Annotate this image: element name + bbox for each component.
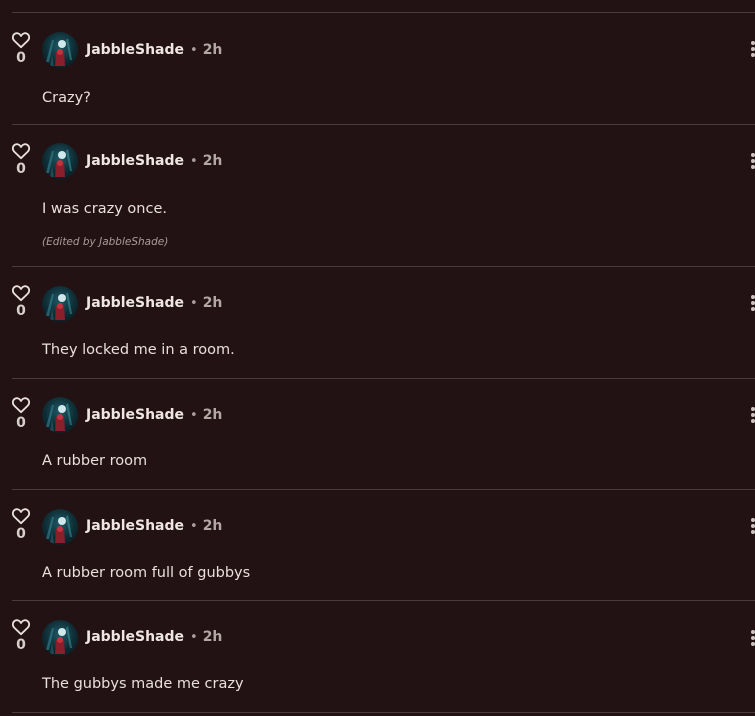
post-body: A rubber room xyxy=(42,453,148,469)
kebab-menu-icon[interactable] xyxy=(749,152,755,172)
divider xyxy=(12,266,755,267)
username[interactable]: JabbleShade xyxy=(86,42,184,58)
divider xyxy=(12,489,755,490)
avatar-image xyxy=(46,403,72,431)
avatar[interactable] xyxy=(42,286,78,322)
post-body: I was crazy once. xyxy=(42,201,167,217)
avatar-image xyxy=(46,626,72,654)
kebab-menu-icon[interactable] xyxy=(749,517,755,537)
like-control[interactable]: 0 xyxy=(11,142,31,177)
avatar[interactable] xyxy=(42,509,78,545)
post-header: JabbleShade • 2h xyxy=(86,151,222,171)
avatar-image xyxy=(46,38,72,66)
like-count: 0 xyxy=(16,303,26,319)
kebab-menu-icon[interactable] xyxy=(749,40,755,60)
divider xyxy=(12,12,755,13)
heart-icon[interactable] xyxy=(11,507,31,525)
post-header: JabbleShade • 2h xyxy=(86,627,222,647)
timestamp: 2h xyxy=(202,42,223,58)
separator-dot: • xyxy=(190,295,198,311)
like-control[interactable]: 0 xyxy=(11,507,31,542)
avatar[interactable] xyxy=(42,143,78,179)
divider xyxy=(12,124,755,125)
separator-dot: • xyxy=(190,153,198,169)
timestamp: 2h xyxy=(202,518,223,534)
avatar-image xyxy=(46,515,72,543)
username[interactable]: JabbleShade xyxy=(86,629,184,645)
username[interactable]: JabbleShade xyxy=(86,518,184,534)
heart-icon[interactable] xyxy=(11,618,31,636)
timestamp: 2h xyxy=(202,153,223,169)
username[interactable]: JabbleShade xyxy=(86,295,184,311)
username[interactable]: JabbleShade xyxy=(86,407,184,423)
edited-note: (Edited by JabbleShade) xyxy=(42,236,169,248)
divider xyxy=(12,378,755,379)
timestamp: 2h xyxy=(202,295,223,311)
separator-dot: • xyxy=(190,407,198,423)
like-count: 0 xyxy=(16,161,26,177)
post-body: The gubbys made me crazy xyxy=(42,676,244,692)
post-body: Crazy? xyxy=(42,90,91,106)
heart-icon[interactable] xyxy=(11,31,31,49)
username[interactable]: JabbleShade xyxy=(86,153,184,169)
avatar-image xyxy=(46,149,72,177)
heart-icon[interactable] xyxy=(11,142,31,160)
kebab-menu-icon[interactable] xyxy=(749,294,755,314)
like-control[interactable]: 0 xyxy=(11,31,31,66)
kebab-menu-icon[interactable] xyxy=(749,406,755,426)
like-count: 0 xyxy=(16,50,26,66)
like-count: 0 xyxy=(16,637,26,653)
avatar[interactable] xyxy=(42,32,78,68)
separator-dot: • xyxy=(190,518,198,534)
avatar[interactable] xyxy=(42,620,78,656)
separator-dot: • xyxy=(190,42,198,58)
post-body: A rubber room full of gubbys xyxy=(42,565,251,581)
avatar[interactable] xyxy=(42,397,78,433)
post-header: JabbleShade • 2h xyxy=(86,40,222,60)
like-count: 0 xyxy=(16,526,26,542)
post-header: JabbleShade • 2h xyxy=(86,516,222,536)
heart-icon[interactable] xyxy=(11,396,31,414)
comment-feed: 0 JabbleShade • 2h Crazy? 0 JabbleShade … xyxy=(0,0,755,716)
post-header: JabbleShade • 2h xyxy=(86,405,222,425)
post-header: JabbleShade • 2h xyxy=(86,293,222,313)
divider xyxy=(12,600,755,601)
heart-icon[interactable] xyxy=(11,284,31,302)
avatar-image xyxy=(46,292,72,320)
separator-dot: • xyxy=(190,629,198,645)
kebab-menu-icon[interactable] xyxy=(749,629,755,649)
like-control[interactable]: 0 xyxy=(11,284,31,319)
post-body: They locked me in a room. xyxy=(42,342,235,358)
like-control[interactable]: 0 xyxy=(11,618,31,653)
like-count: 0 xyxy=(16,415,26,431)
like-control[interactable]: 0 xyxy=(11,396,31,431)
divider xyxy=(12,712,755,713)
timestamp: 2h xyxy=(202,407,223,423)
timestamp: 2h xyxy=(202,629,223,645)
